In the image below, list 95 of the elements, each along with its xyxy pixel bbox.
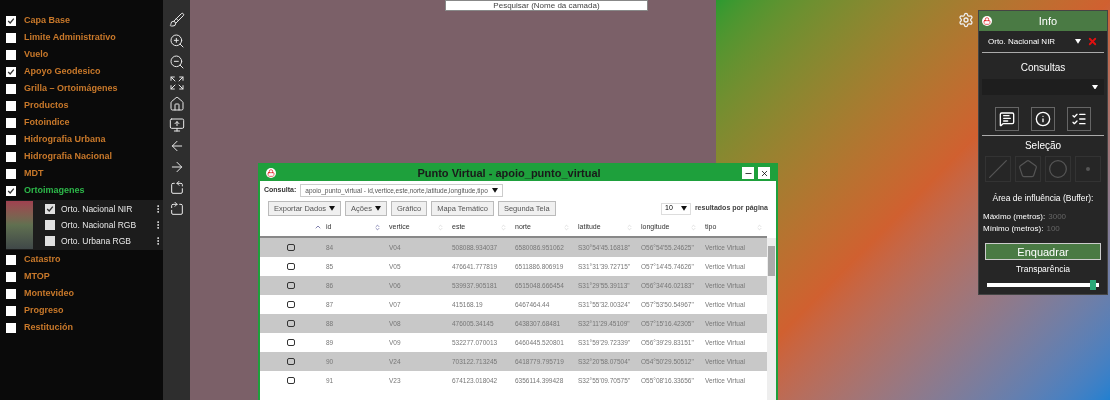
circle-icon — [1048, 159, 1068, 179]
checkbox[interactable] — [6, 32, 16, 43]
layer-label[interactable]: Productos — [24, 98, 69, 113]
point-icon — [1086, 167, 1090, 171]
caret-icon — [1092, 84, 1098, 90]
zoom-out-icon[interactable] — [168, 54, 185, 70]
checkbox[interactable] — [45, 220, 55, 230]
sublayer-label[interactable]: Orto. Nacional NIR — [61, 202, 147, 216]
layer-label[interactable]: Restitución — [24, 320, 73, 335]
brush-icon[interactable] — [168, 12, 185, 28]
row-checkbox[interactable] — [287, 377, 295, 384]
transparency-slider[interactable] — [987, 279, 1099, 290]
sublayer-label[interactable]: Orto. Urbana RGB — [61, 234, 147, 248]
checkbox[interactable] — [6, 288, 16, 299]
polygon-icon — [1018, 159, 1038, 179]
layer-label[interactable]: MTOP — [24, 269, 50, 284]
row-checkbox[interactable] — [287, 339, 295, 346]
check-icon — [7, 67, 15, 76]
comment-button[interactable] — [995, 107, 1019, 131]
checkbox[interactable] — [6, 49, 16, 60]
zoom-in-icon[interactable] — [168, 33, 185, 49]
checkbox[interactable] — [6, 168, 16, 179]
rotate-left-icon[interactable] — [168, 180, 185, 196]
check-icon — [46, 205, 54, 213]
caret-icon — [1075, 39, 1081, 44]
scrollbar[interactable] — [767, 238, 776, 400]
caret-icon — [491, 188, 498, 193]
row-checkbox[interactable] — [287, 358, 295, 365]
lock-icon[interactable] — [982, 16, 992, 26]
layer-label[interactable]: Fotoindice — [24, 115, 70, 130]
slider-label: Transparência — [1015, 262, 1071, 276]
close-icon — [759, 168, 769, 178]
layer-label[interactable]: Ortoimagenes — [24, 183, 85, 198]
checkbox[interactable] — [6, 117, 16, 128]
panel-title: Info — [1037, 13, 1059, 29]
layer-label[interactable]: Hidrografia Urbana — [24, 132, 106, 147]
layer-label[interactable]: Vuelo — [24, 47, 49, 62]
layer-label[interactable]: Montevideo — [24, 286, 74, 301]
check-icon — [7, 16, 15, 25]
close-button[interactable] — [758, 167, 770, 179]
checkbox[interactable] — [6, 271, 16, 282]
checkbox[interactable] — [45, 204, 55, 214]
checkbox[interactable] — [6, 83, 16, 94]
info-button[interactable] — [1031, 107, 1055, 131]
field-label: Mínimo (metros): — [983, 222, 1044, 235]
checkbox[interactable] — [6, 134, 16, 145]
checkbox[interactable] — [45, 236, 55, 246]
row-checkbox[interactable] — [287, 301, 295, 308]
rotate-right-icon[interactable] — [168, 201, 185, 217]
section-title: Seleção — [1023, 139, 1063, 153]
checklist-icon — [1071, 111, 1087, 127]
buffer-label: Área de influência (Buffer): — [991, 192, 1095, 205]
layer-label[interactable]: Apoyo Geodesico — [24, 64, 101, 79]
search-field[interactable]: Pesquisar (Nome da camada) — [445, 0, 648, 11]
row-checkbox[interactable] — [287, 320, 295, 327]
message-icon — [999, 111, 1015, 127]
caret-icon — [329, 206, 336, 211]
checkbox[interactable] — [6, 185, 16, 196]
monitor-icon[interactable] — [168, 117, 185, 133]
caret-icon — [680, 206, 687, 211]
row-checkbox[interactable] — [287, 244, 295, 251]
checkbox[interactable] — [6, 66, 16, 77]
field-label: Máximo (metros): — [983, 210, 1046, 223]
sublayer-label[interactable]: Orto. Nacional RGB — [61, 218, 147, 232]
row-checkbox[interactable] — [287, 282, 295, 289]
checkbox[interactable] — [6, 322, 16, 333]
layer-label[interactable]: Capa Base — [24, 13, 71, 28]
layer-label[interactable]: MDT — [24, 166, 44, 181]
line-icon — [988, 159, 1008, 179]
check-icon — [7, 186, 15, 195]
thumbnail-placeholder — [6, 201, 33, 249]
lock-icon[interactable] — [266, 168, 276, 178]
layer-label[interactable]: Limite Administrativo — [24, 30, 116, 45]
settings-icon[interactable] — [958, 12, 974, 28]
layer-label[interactable]: Grilla – Ortoimágenes — [24, 81, 118, 96]
layer-label[interactable]: Catastro — [24, 252, 61, 267]
expand-icon[interactable] — [168, 75, 185, 91]
checkbox[interactable] — [6, 254, 16, 265]
checkbox[interactable] — [6, 100, 16, 111]
frame-button[interactable]: Enquadrar — [985, 242, 1101, 260]
checkbox[interactable] — [6, 305, 16, 316]
caret-icon — [374, 206, 381, 211]
list-button[interactable] — [1067, 107, 1091, 131]
window-title: Punto Virtual - apoio_punto_virtual — [416, 165, 602, 181]
home-icon[interactable] — [168, 96, 185, 112]
info-icon — [1035, 111, 1051, 127]
close-icon[interactable] — [1087, 36, 1098, 47]
section-title: Consultas — [1019, 61, 1067, 75]
layer-label[interactable]: Progreso — [24, 303, 64, 318]
checkbox[interactable] — [6, 151, 16, 162]
layer-select[interactable]: Orto. Nacional NIR — [988, 35, 1087, 48]
row-checkbox[interactable] — [287, 263, 295, 270]
checkbox[interactable] — [6, 15, 16, 26]
layer-label[interactable]: Hidrografia Nacional — [24, 149, 113, 164]
minimize-button[interactable] — [742, 167, 754, 179]
